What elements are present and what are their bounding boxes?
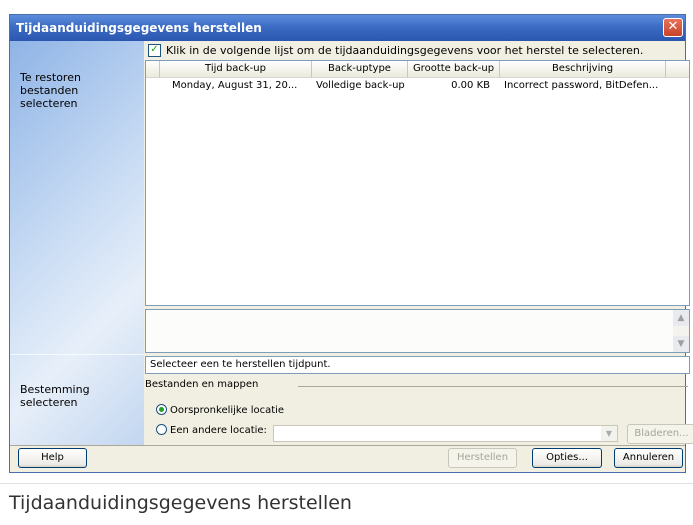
scroll-down-icon[interactable]: ▼ [673, 336, 689, 352]
description-scrollbar[interactable]: ▲ ▼ [673, 310, 689, 352]
files-folders-group-label: Bestanden en mappen [145, 379, 259, 390]
column-header-size[interactable]: Grootte back-up [408, 61, 500, 77]
chevron-down-icon[interactable]: ▼ [601, 426, 617, 441]
close-button[interactable]: ✕ [663, 18, 683, 37]
select-checkbox-label: Klik in de volgende lijst om de tijdaand… [166, 44, 644, 57]
caption-divider [0, 483, 693, 484]
other-location-option[interactable]: Een andere locatie: [156, 423, 267, 439]
other-location-label: Een andere locatie: [170, 425, 267, 436]
restore-button[interactable]: Herstellen [448, 448, 517, 468]
column-header-filler [666, 61, 689, 77]
select-checkbox-row[interactable]: ✓ Klik in de volgende lijst om de tijdaan… [148, 43, 643, 58]
backup-list[interactable]: Tijd back-up Back-uptype Grootte back-up… [145, 60, 690, 306]
wizard-sidebar: Te restoren bestanden selecteren Bestemm… [10, 41, 144, 446]
help-button[interactable]: Help [18, 448, 87, 468]
browse-button[interactable]: Bladeren... [627, 424, 693, 444]
table-row[interactable]: Monday, August 31, 20... Volledige back-… [146, 78, 689, 94]
row-indent [146, 78, 160, 94]
scroll-up-icon[interactable]: ▲ [673, 310, 689, 326]
close-icon: ✕ [667, 19, 679, 34]
cell-time: Monday, August 31, 20... [172, 80, 298, 91]
restore-dialog: Tijdaanduidingsgegevens herstellen ✕ Te … [9, 14, 693, 473]
step-select-files: Te restoren bestanden selecteren [20, 71, 81, 110]
cancel-button[interactable]: Annuleren [614, 448, 683, 468]
other-location-combo[interactable]: ▼ [273, 425, 618, 442]
column-header-type[interactable]: Back-uptype [312, 61, 408, 77]
other-location-radio[interactable] [156, 423, 167, 435]
sidebar-divider [10, 354, 144, 355]
status-text: Selecteer een te herstellen tijdpunt. [145, 356, 690, 374]
cell-description: Incorrect password, BitDefen... [504, 80, 659, 91]
column-header-spacer [146, 61, 160, 77]
cell-size: 0.00 KB [451, 80, 490, 91]
select-checkbox[interactable]: ✓ [148, 43, 161, 57]
group-divider [298, 386, 688, 387]
title-bar: Tijdaanduidingsgegevens herstellen ✕ [10, 15, 685, 41]
step-select-destination: Bestemming selecteren [20, 383, 90, 409]
column-header-time[interactable]: Tijd back-up [160, 61, 312, 77]
footer-divider [10, 445, 685, 446]
main-content: ✓ Klik in de volgende lijst om de tijdaan… [144, 41, 693, 446]
page-caption: Tijdaanduidingsgegevens herstellen [9, 492, 352, 514]
description-box[interactable]: ▲ ▼ [145, 309, 690, 353]
original-location-option[interactable]: Oorspronkelijke locatie [156, 403, 284, 419]
cell-type: Volledige back-up [316, 80, 405, 91]
list-header: Tijd back-up Back-uptype Grootte back-up… [146, 61, 689, 78]
dialog-title: Tijdaanduidingsgegevens herstellen [16, 21, 262, 35]
original-location-radio[interactable] [156, 403, 167, 415]
options-button[interactable]: Opties... [532, 448, 602, 468]
original-location-label: Oorspronkelijke locatie [170, 405, 285, 416]
column-header-description[interactable]: Beschrijving [500, 61, 666, 77]
